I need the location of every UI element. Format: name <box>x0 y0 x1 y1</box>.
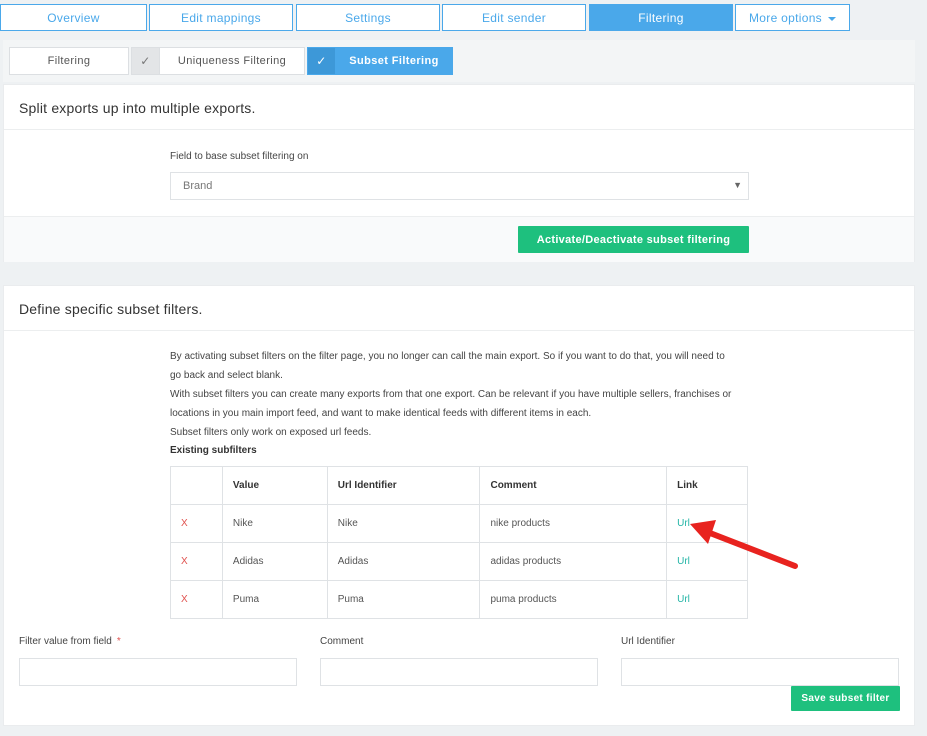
subset-field-select[interactable]: Brand ▼ <box>170 172 749 200</box>
info-line: locations in you main import feed, and w… <box>170 408 592 419</box>
tab-overview-label: Overview <box>47 10 100 25</box>
cell-value: Nike <box>221 504 328 543</box>
subtab-filtering[interactable]: Filtering <box>9 47 129 75</box>
check-icon: ✓ <box>132 48 160 74</box>
tab-filtering[interactable]: Filtering <box>589 4 733 31</box>
check-icon: ✓ <box>308 48 336 74</box>
subtab-uniqueness-label: Uniqueness Filtering <box>177 55 287 67</box>
info-line: go back and select blank. <box>170 370 283 381</box>
required-marker: * <box>116 636 121 647</box>
table-row: X Puma Puma puma products Url <box>170 580 748 619</box>
existing-subfilters-label: Existing subfilters <box>170 445 257 456</box>
define-panel-title: Define specific subset filters. <box>4 286 914 331</box>
column-header: Url Identifier <box>326 466 481 505</box>
subtab-subset-filtering[interactable]: ✓ Subset Filtering <box>307 47 453 75</box>
info-text: By activating subset filters on the filt… <box>170 347 760 460</box>
more-options-label: More options <box>749 10 822 25</box>
split-panel-footer: Activate/Deactivate subset filtering <box>4 216 914 262</box>
url-identifier-label: Url Identifier <box>621 636 675 647</box>
subtab-uniqueness-filtering[interactable]: ✓ Uniqueness Filtering <box>131 47 305 75</box>
tab-settings[interactable]: Settings <box>296 4 440 31</box>
delete-subfilter-button[interactable]: X <box>181 556 188 567</box>
table-row: X Nike Nike nike products Url <box>170 504 748 543</box>
table-row: X Adidas Adidas adidas products Url <box>170 542 748 581</box>
cell-url-identifier: Nike <box>326 504 481 543</box>
filter-value-input[interactable] <box>19 658 297 686</box>
subfilters-table: Value Url Identifier Comment Link X Nike… <box>170 466 748 619</box>
tab-edit-sender-label: Edit sender <box>481 10 546 25</box>
tab-filtering-label: Filtering <box>638 10 684 25</box>
tab-overview[interactable]: Overview <box>0 4 147 31</box>
column-header: Value <box>221 466 328 505</box>
cell-comment: puma products <box>479 580 668 619</box>
cell-value: Puma <box>221 580 328 619</box>
sub-tab-bar: Filtering ✓ Uniqueness Filtering ✓ Subse… <box>3 40 915 82</box>
url-link[interactable]: Url <box>677 518 690 529</box>
cell-comment: nike products <box>479 504 668 543</box>
url-identifier-input[interactable] <box>621 658 899 686</box>
tab-edit-mappings[interactable]: Edit mappings <box>149 4 293 31</box>
filter-value-label: Filter value from field * <box>19 636 121 647</box>
delete-subfilter-button[interactable]: X <box>181 518 188 529</box>
delete-subfilter-button[interactable]: X <box>181 594 188 605</box>
info-line: By activating subset filters on the filt… <box>170 351 725 362</box>
define-subset-panel: Define specific subset filters. By activ… <box>3 285 915 726</box>
column-header: Link <box>666 466 748 505</box>
filter-value-label-text: Filter value from field <box>19 636 112 647</box>
subset-field-value: Brand <box>183 180 213 192</box>
tab-edit-sender[interactable]: Edit sender <box>442 4 586 31</box>
url-link[interactable]: Url <box>677 594 690 605</box>
cell-url-identifier: Puma <box>326 580 481 619</box>
more-options-dropdown[interactable]: More options <box>735 4 850 31</box>
column-header: Comment <box>479 466 668 505</box>
split-panel-title: Split exports up into multiple exports. <box>4 85 914 130</box>
cell-comment: adidas products <box>479 542 668 581</box>
subset-field-label: Field to base subset filtering on <box>170 151 309 162</box>
top-tab-bar: Overview Edit mappings Settings Edit sen… <box>0 4 927 32</box>
info-line: With subset filters you can create many … <box>170 389 732 400</box>
cell-url-identifier: Adidas <box>326 542 481 581</box>
activate-subset-filtering-button[interactable]: Activate/Deactivate subset filtering <box>518 226 749 253</box>
info-line: Subset filters only work on exposed url … <box>170 427 372 438</box>
save-subset-filter-button[interactable]: Save subset filter <box>791 686 900 711</box>
table-header-row: Value Url Identifier Comment Link <box>170 466 748 505</box>
tab-edit-mappings-label: Edit mappings <box>181 10 261 25</box>
cell-value: Adidas <box>221 542 328 581</box>
select-arrow-icon: ▼ <box>733 180 742 190</box>
column-header <box>170 466 223 505</box>
comment-label: Comment <box>320 636 364 647</box>
split-exports-panel: Split exports up into multiple exports. … <box>3 84 915 262</box>
subtab-filtering-label: Filtering <box>47 55 91 67</box>
tab-settings-label: Settings <box>345 10 391 25</box>
subtab-subset-label: Subset Filtering <box>349 55 439 67</box>
caret-down-icon <box>827 16 836 21</box>
url-link[interactable]: Url <box>677 556 690 567</box>
comment-input[interactable] <box>320 658 598 686</box>
